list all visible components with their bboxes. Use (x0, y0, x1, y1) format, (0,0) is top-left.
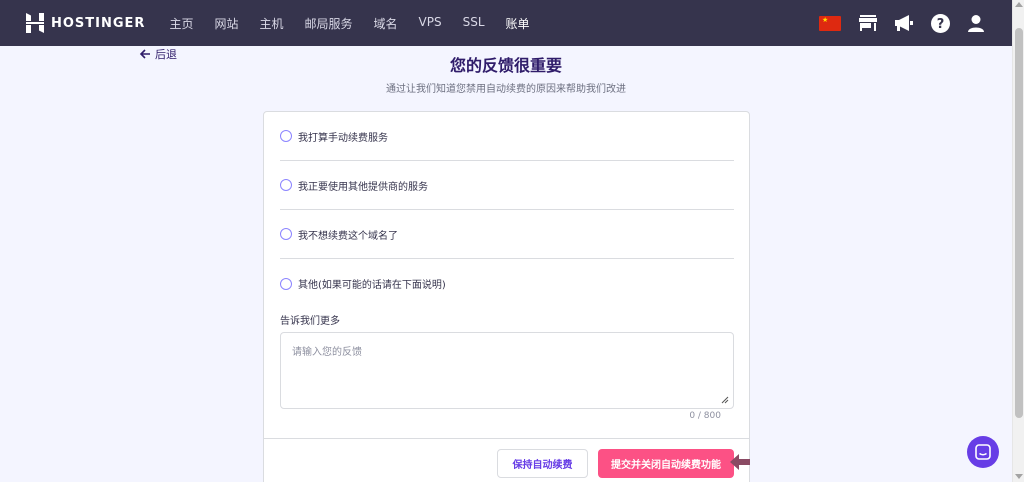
page-subtitle: 通过让我们知道您禁用自动续费的原因来帮助我们改进 (386, 84, 626, 95)
reason-option-label: 其他(如果可能的话请在下面说明) (298, 280, 446, 291)
china-flag-icon[interactable] (819, 15, 841, 31)
card-divider (264, 438, 749, 439)
nav-item-hosting[interactable]: 主机 (259, 15, 283, 32)
svg-text:?: ? (937, 17, 945, 32)
radio-button[interactable] (280, 179, 292, 191)
hostinger-logo-icon (26, 13, 44, 33)
user-icon[interactable] (968, 14, 984, 32)
help-icon[interactable]: ? (931, 13, 950, 33)
feedback-card: 我打算手动续费服务 我正要使用其他提供商的服务 我不想续费这个域名了 其他(如果… (263, 111, 750, 482)
megaphone-icon[interactable] (895, 15, 913, 31)
submit-disable-auto-renew-button[interactable]: 提交并关闭自动续费功能 (598, 449, 734, 478)
reason-option-label: 我不想续费这个域名了 (298, 230, 398, 242)
nav-item-ssl[interactable]: SSL (463, 15, 485, 32)
feedback-label: 告诉我们更多 (280, 316, 340, 327)
page-scrollbar[interactable] (1012, 0, 1024, 482)
scroll-up-arrow-icon[interactable] (1015, 2, 1023, 7)
brand-name: HOSTINGER (51, 15, 146, 31)
char-counter: 0 / 800 (689, 411, 721, 421)
nav-item-vps[interactable]: VPS (419, 15, 442, 32)
reason-option-manual-renew[interactable]: 我打算手动续费服务 (280, 112, 734, 161)
nav-item-home[interactable]: 主页 (169, 15, 193, 32)
scrollbar-thumb[interactable] (1015, 28, 1023, 418)
feedback-placeholder: 请输入您的反馈 (292, 347, 362, 358)
nav-item-domains[interactable]: 域名 (374, 15, 398, 32)
scroll-down-arrow-icon[interactable] (1015, 474, 1023, 479)
radio-button[interactable] (280, 228, 292, 240)
hostinger-logo[interactable]: HOSTINGER (26, 13, 145, 33)
radio-button[interactable] (280, 130, 292, 142)
chat-icon (975, 444, 991, 460)
resize-handle-icon[interactable] (721, 396, 729, 404)
reason-option-label: 我正要使用其他提供商的服务 (298, 181, 428, 193)
feedback-textarea[interactable]: 请输入您的反馈 (280, 332, 734, 409)
annotation-arrow-icon (730, 454, 750, 470)
page-title: 您的反馈很重要 (449, 56, 562, 75)
top-icon-bar: ? (801, 0, 984, 46)
main-nav: 主页 网站 主机 邮局服务 域名 VPS SSL 账单 (169, 15, 550, 32)
chat-widget-button[interactable] (967, 436, 999, 468)
nav-item-email[interactable]: 邮局服务 (305, 15, 353, 32)
reason-option-label: 我打算手动续费服务 (298, 132, 388, 144)
reason-option-no-renew[interactable]: 我不想续费这个域名了 (280, 210, 734, 259)
store-icon[interactable] (859, 15, 877, 31)
keep-auto-renew-button[interactable]: 保持自动续费 (497, 449, 588, 478)
top-navbar: HOSTINGER 主页 网站 主机 邮局服务 域名 VPS SSL 账单 ? (0, 0, 1012, 46)
reason-option-other[interactable]: 其他(如果可能的话请在下面说明) (280, 259, 734, 308)
nav-item-websites[interactable]: 网站 (214, 15, 238, 32)
nav-item-billing[interactable]: 账单 (506, 15, 530, 32)
reason-option-other-provider[interactable]: 我正要使用其他提供商的服务 (280, 161, 734, 210)
radio-button[interactable] (280, 277, 292, 290)
